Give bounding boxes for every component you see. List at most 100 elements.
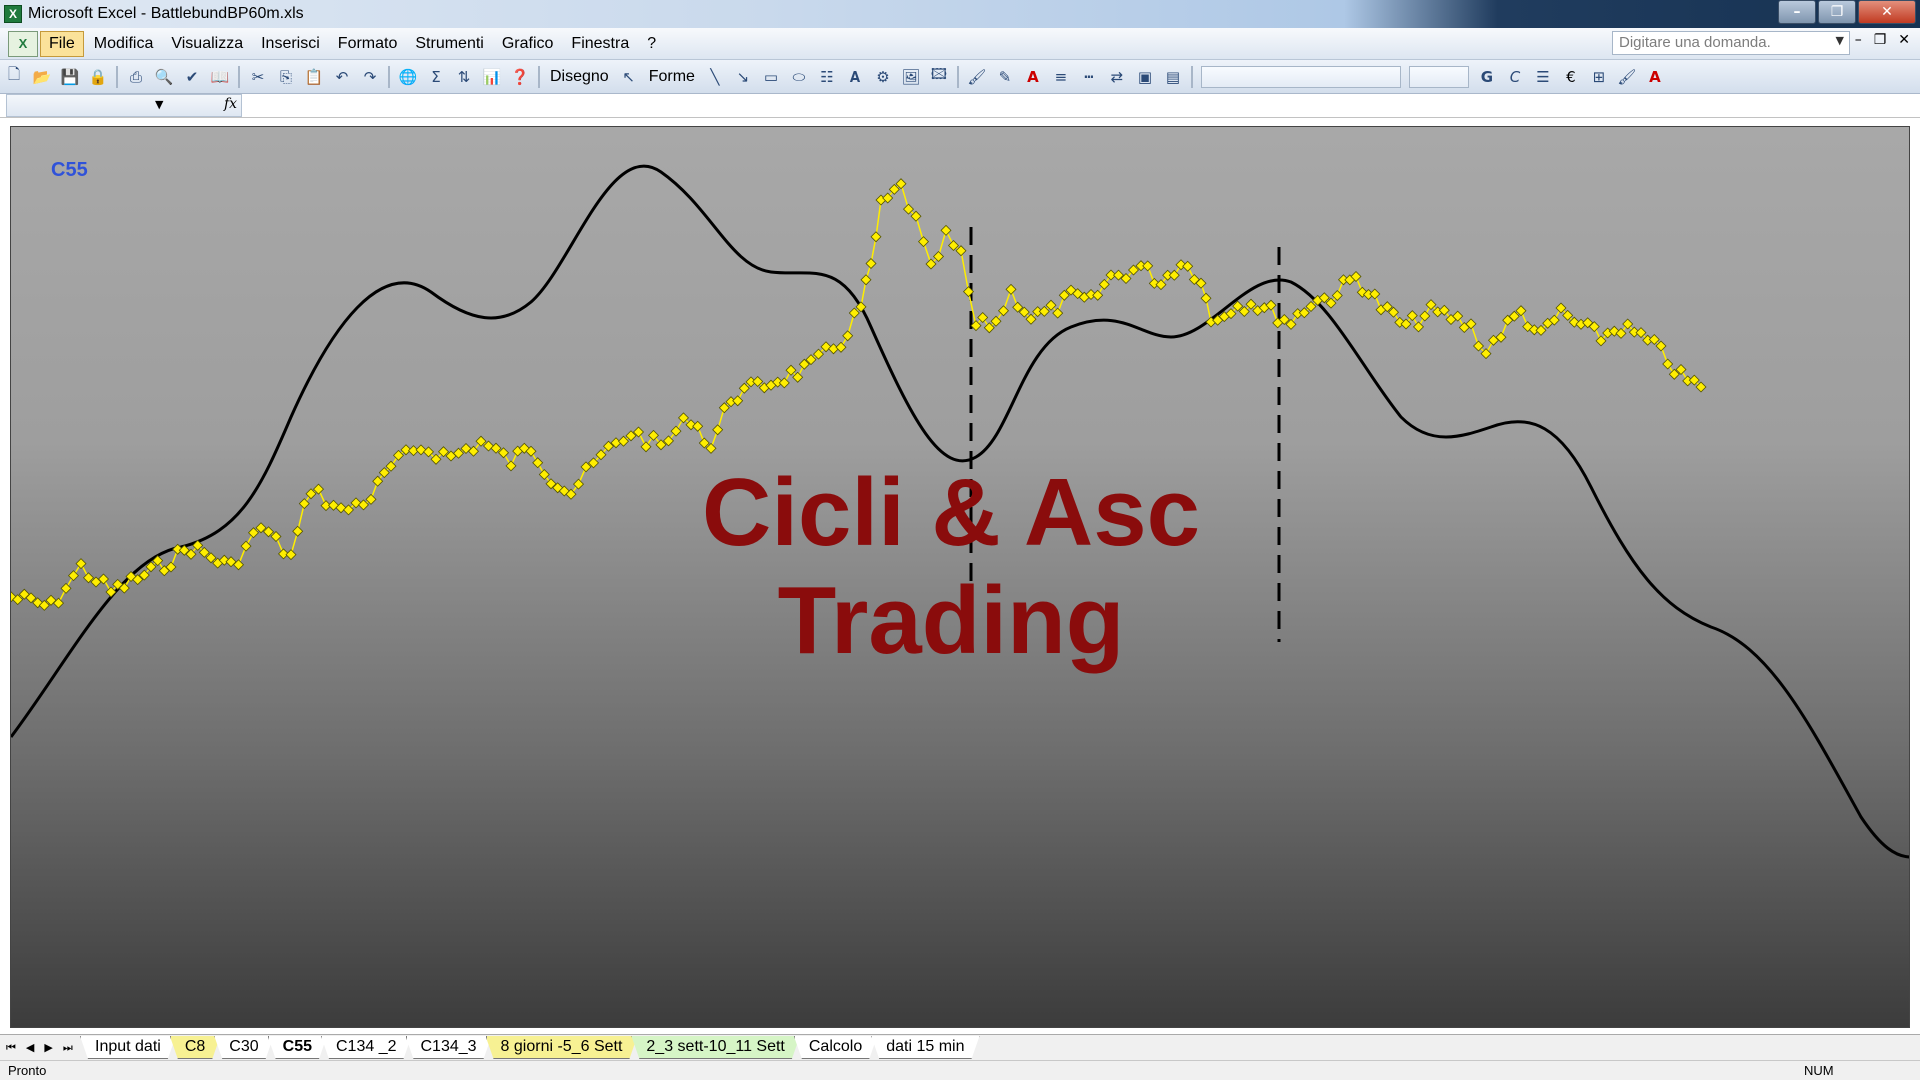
name-box-chevron-down-icon[interactable]: ▼ (155, 98, 163, 111)
menu-bar: X File Modifica Visualizza Inserisci For… (0, 28, 1920, 60)
undo-icon[interactable]: ↶ (330, 65, 354, 89)
tab-c134-3[interactable]: C134_3 (406, 1036, 492, 1059)
menu-help[interactable]: ? (639, 32, 664, 56)
permission-icon[interactable]: 🔒 (86, 65, 110, 89)
menu-strumenti[interactable]: Strumenti (407, 32, 491, 56)
workbook-icon[interactable]: X (8, 30, 38, 57)
paste-icon[interactable]: 📋 (302, 65, 326, 89)
font-name-combo[interactable] (1200, 65, 1401, 88)
title-bar: X Microsoft Excel - BattlebundBP60m.xls … (0, 0, 1920, 28)
tab-c55[interactable]: C55 (268, 1036, 327, 1059)
chart-series-label: C55 (51, 159, 88, 181)
price-point (917, 236, 930, 248)
price-point (1200, 292, 1212, 304)
tab-c8[interactable]: C8 (170, 1036, 220, 1059)
print-preview-icon[interactable]: 🔍 (152, 65, 176, 89)
toolbar-separator (116, 65, 118, 88)
menu-formato[interactable]: Formato (330, 32, 406, 56)
hyperlink-icon[interactable]: 🌐 (396, 65, 420, 89)
arrow-icon[interactable]: ↘ (731, 65, 755, 89)
align-center-icon[interactable]: ☰ (1531, 65, 1555, 89)
price-point (505, 460, 517, 472)
menu-visualizza[interactable]: Visualizza (163, 32, 251, 56)
price-point (1369, 288, 1381, 300)
wordart-icon[interactable]: 𝐀 (843, 65, 867, 89)
prev-sheet-icon[interactable]: ◀ (26, 1041, 34, 1055)
open-icon[interactable]: 📂 (30, 65, 54, 89)
menu-finestra[interactable]: Finestra (563, 32, 637, 56)
bold-icon[interactable]: G (1475, 65, 1499, 89)
workbook-restore-icon[interactable]: ❐ (1874, 32, 1887, 48)
tab-input-dati[interactable]: Input dati (80, 1036, 176, 1059)
ask-question-input[interactable]: Digitare una domanda. (1612, 31, 1850, 55)
cut-icon[interactable]: ✂ (246, 65, 270, 89)
maximize-icon[interactable]: ❐ (1818, 0, 1856, 24)
print-icon[interactable]: ⎙ (124, 65, 148, 89)
font-size-combo[interactable] (1408, 65, 1469, 88)
dash-style-icon[interactable]: ┅ (1077, 65, 1101, 89)
italic-icon[interactable]: C (1503, 65, 1527, 89)
shapes-menu-button[interactable]: Forme (643, 68, 701, 86)
rectangle-icon[interactable]: ▭ (759, 65, 783, 89)
close-icon[interactable]: ✕ (1858, 0, 1916, 24)
price-point (240, 540, 252, 552)
price-point (870, 231, 882, 243)
clipart-icon[interactable]: 🖼 (899, 65, 923, 89)
fill-bucket-icon[interactable]: 🖌 (1615, 65, 1639, 89)
line-icon[interactable]: ╲ (703, 65, 727, 89)
chart-area[interactable]: C55 Cicli & Asc Trading (10, 126, 1910, 1028)
menu-grafico[interactable]: Grafico (494, 32, 562, 56)
first-sheet-icon[interactable]: ⏮ (6, 1041, 16, 1055)
line-style-icon[interactable]: ≡ (1049, 65, 1073, 89)
tab-calcolo[interactable]: Calcolo (794, 1036, 877, 1059)
menu-modifica[interactable]: Modifica (86, 32, 162, 56)
redo-icon[interactable]: ↷ (358, 65, 382, 89)
workbook-close-icon[interactable]: ✕ (1898, 32, 1910, 48)
menu-file[interactable]: File (40, 30, 84, 57)
tab-dati-15-min[interactable]: dati 15 min (871, 1036, 979, 1059)
new-icon[interactable]: 🗋 (2, 65, 26, 89)
minimize-icon[interactable]: – (1778, 0, 1816, 24)
arrow-style-icon[interactable]: ⇄ (1105, 65, 1129, 89)
menu-inserisci[interactable]: Inserisci (253, 32, 328, 56)
text-color-icon[interactable]: A (1643, 65, 1667, 89)
copy-icon[interactable]: ⎘ (274, 65, 298, 89)
oval-icon[interactable]: ⬭ (787, 65, 811, 89)
select-pointer-icon[interactable]: ↖ (617, 65, 641, 89)
help-icon[interactable]: ❓ (508, 65, 532, 89)
price-point (285, 549, 297, 561)
chevron-down-icon[interactable]: ▼ (1836, 34, 1844, 47)
excel-app-icon[interactable]: X (4, 5, 22, 23)
toolbar-separator (238, 65, 240, 88)
picture-icon[interactable]: 🖾 (927, 65, 951, 89)
next-sheet-icon[interactable]: ▶ (44, 1041, 52, 1055)
price-point (835, 341, 847, 353)
line-color-icon[interactable]: ✎ (993, 65, 1017, 89)
save-icon[interactable]: 💾 (58, 65, 82, 89)
name-box[interactable] (6, 94, 242, 117)
spelling-icon[interactable]: ✔ (180, 65, 204, 89)
draw-menu-button[interactable]: Disegno (544, 68, 615, 86)
font-color-icon[interactable]: A (1021, 65, 1045, 89)
price-point (298, 498, 310, 510)
euro-icon[interactable]: € (1559, 65, 1583, 89)
textbox-icon[interactable]: ☷ (815, 65, 839, 89)
sort-icon[interactable]: ⇅ (452, 65, 476, 89)
chart-wizard-icon[interactable]: 📊 (480, 65, 504, 89)
research-icon[interactable]: 📖 (208, 65, 232, 89)
3d-icon[interactable]: ▤ (1161, 65, 1185, 89)
autosum-icon[interactable]: Σ (424, 65, 448, 89)
diagram-icon[interactable]: ⚙ (871, 65, 895, 89)
tab-c134-2[interactable]: C134 _2 (321, 1036, 412, 1059)
tab-c30[interactable]: C30 (214, 1036, 273, 1059)
workbook-minimize-icon[interactable]: – (1855, 32, 1862, 48)
last-sheet-icon[interactable]: ⏭ (63, 1041, 73, 1055)
fill-color-icon[interactable]: 🖌 (965, 65, 989, 89)
watermark-line-2: Trading (777, 567, 1125, 674)
tab-8-giorni[interactable]: 8 giorni -5_6 Sett (486, 1036, 638, 1059)
shadow-icon[interactable]: ▣ (1133, 65, 1157, 89)
tab-2-3-sett[interactable]: 2_3 sett-10_11 Sett (631, 1036, 799, 1059)
insert-function-icon[interactable]: fx (224, 96, 237, 112)
borders-icon[interactable]: ⊞ (1587, 65, 1611, 89)
price-point (532, 457, 544, 469)
